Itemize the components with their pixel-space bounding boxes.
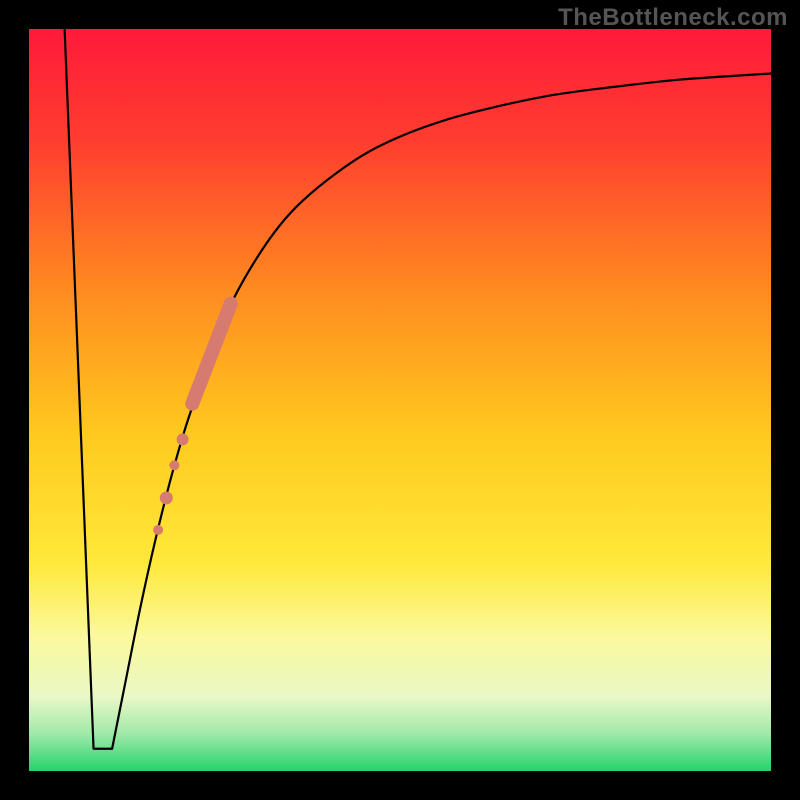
frame-border <box>771 0 800 800</box>
plot-background <box>29 29 771 771</box>
frame-border <box>0 0 29 800</box>
highlight-dot <box>160 491 173 504</box>
highlight-dot <box>177 433 189 445</box>
highlight-dot <box>169 460 179 470</box>
chart-svg <box>0 0 800 800</box>
chart-container: TheBottleneck.com <box>0 0 800 800</box>
watermark-text: TheBottleneck.com <box>558 4 788 32</box>
frame-border <box>0 771 800 800</box>
highlight-dot <box>153 525 163 535</box>
